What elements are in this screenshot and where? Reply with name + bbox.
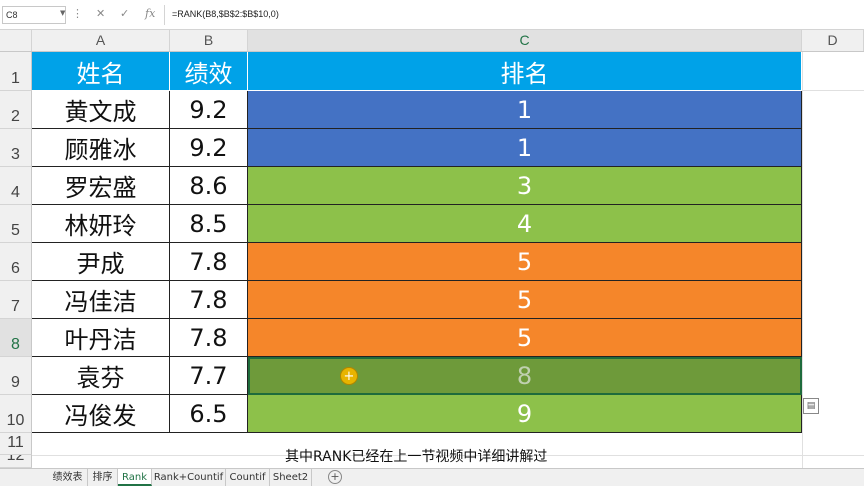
sheet-tab-countif[interactable]: Countif — [226, 469, 270, 486]
column-header-a[interactable]: A — [32, 30, 170, 51]
score-cell[interactable]: 9.2 — [170, 129, 248, 167]
score-cell[interactable]: 7.8 — [170, 281, 248, 319]
name-cell[interactable]: 顾雅冰 — [32, 129, 170, 167]
sheet-tab-rank[interactable]: Rank — [118, 469, 152, 486]
row-header-4[interactable]: 4 — [0, 167, 32, 205]
select-all-corner[interactable] — [0, 30, 32, 51]
rank-cell[interactable]: 5 — [248, 319, 802, 357]
row-header-8[interactable]: 8 — [0, 319, 32, 357]
row-header-3[interactable]: 3 — [0, 129, 32, 167]
gridline — [802, 90, 864, 91]
name-cell[interactable]: 袁芬 — [32, 357, 170, 395]
name-cell[interactable]: 林妍玲 — [32, 205, 170, 243]
cursor-plus-icon: + — [340, 367, 358, 385]
sheet-tab-sort[interactable]: 排序 — [88, 469, 118, 486]
formula-divider — [164, 5, 165, 25]
rank-cell[interactable]: 3 — [248, 167, 802, 205]
name-cell[interactable]: 黄文成 — [32, 91, 170, 129]
add-sheet-icon[interactable]: + — [328, 470, 342, 484]
confirm-icon[interactable]: ✓ — [120, 7, 129, 20]
header-score-cell[interactable]: 绩效 — [170, 52, 248, 91]
dropdown-icon[interactable]: ▼ — [60, 9, 65, 17]
score-cell[interactable]: 8.5 — [170, 205, 248, 243]
rank-cell[interactable]: 4 — [248, 205, 802, 243]
row-header-11[interactable]: 11 — [0, 433, 32, 455]
sheet-tab-rank-countif[interactable]: Rank+Countif — [152, 469, 226, 486]
sheet-tab-bar: 绩效表 排序 Rank Rank+Countif Countif Sheet2 … — [0, 468, 864, 486]
name-cell[interactable]: 冯佳洁 — [32, 281, 170, 319]
score-cell[interactable]: 7.8 — [170, 319, 248, 357]
header-rank-cell[interactable]: 排名 — [248, 52, 802, 91]
score-cell[interactable]: 7.8 — [170, 243, 248, 281]
column-header-c[interactable]: C — [248, 30, 802, 51]
column-header-d[interactable]: D — [802, 30, 864, 51]
cancel-icon[interactable]: ✕ — [96, 7, 105, 20]
rank-cell[interactable]: 5 — [248, 281, 802, 319]
score-cell[interactable]: 8.6 — [170, 167, 248, 205]
fx-icon[interactable]: fx — [145, 7, 155, 20]
row-header-1[interactable]: 1 — [0, 52, 32, 91]
row-header-2[interactable]: 2 — [0, 91, 32, 129]
column-headers: A B C D — [0, 30, 864, 52]
paste-options-icon[interactable]: ▤ — [803, 398, 819, 414]
score-cell[interactable]: 6.5 — [170, 395, 248, 433]
sheet-tab-performance[interactable]: 绩效表 — [48, 469, 88, 486]
row-header-12[interactable]: 12 — [0, 455, 32, 468]
formula-bar: C8 ▼ ⋮ ✕ ✓ fx =RANK(B8,$B$2:$B$10,0) — [0, 0, 864, 30]
name-cell[interactable]: 罗宏盛 — [32, 167, 170, 205]
rank-cell[interactable]: 5 — [248, 243, 802, 281]
header-name-cell[interactable]: 姓名 — [32, 52, 170, 91]
rank-cell[interactable]: 8 — [248, 357, 802, 395]
rank-cell[interactable]: 9 — [248, 395, 802, 433]
rank-cell[interactable]: 1 — [248, 129, 802, 167]
more-icon: ⋮ — [72, 7, 83, 20]
score-cell[interactable]: 7.7 — [170, 357, 248, 395]
row-header-6[interactable]: 6 — [0, 243, 32, 281]
rank-cell[interactable]: 1 — [248, 91, 802, 129]
row-header-10[interactable]: 10 — [0, 395, 32, 433]
name-cell[interactable]: 尹成 — [32, 243, 170, 281]
row-header-7[interactable]: 7 — [0, 281, 32, 319]
column-header-b[interactable]: B — [170, 30, 248, 51]
formula-input[interactable]: =RANK(B8,$B$2:$B$10,0) — [172, 6, 279, 22]
name-cell[interactable]: 冯俊发 — [32, 395, 170, 433]
row-header-9[interactable]: 9 — [0, 357, 32, 395]
row-header-5[interactable]: 5 — [0, 205, 32, 243]
score-cell[interactable]: 9.2 — [170, 91, 248, 129]
name-box[interactable]: C8 — [2, 6, 66, 24]
name-cell[interactable]: 叶丹洁 — [32, 319, 170, 357]
sheet-tab-sheet2[interactable]: Sheet2 — [270, 469, 312, 486]
video-caption: 其中RANK已经在上一节视频中详细讲解过 — [285, 449, 548, 465]
